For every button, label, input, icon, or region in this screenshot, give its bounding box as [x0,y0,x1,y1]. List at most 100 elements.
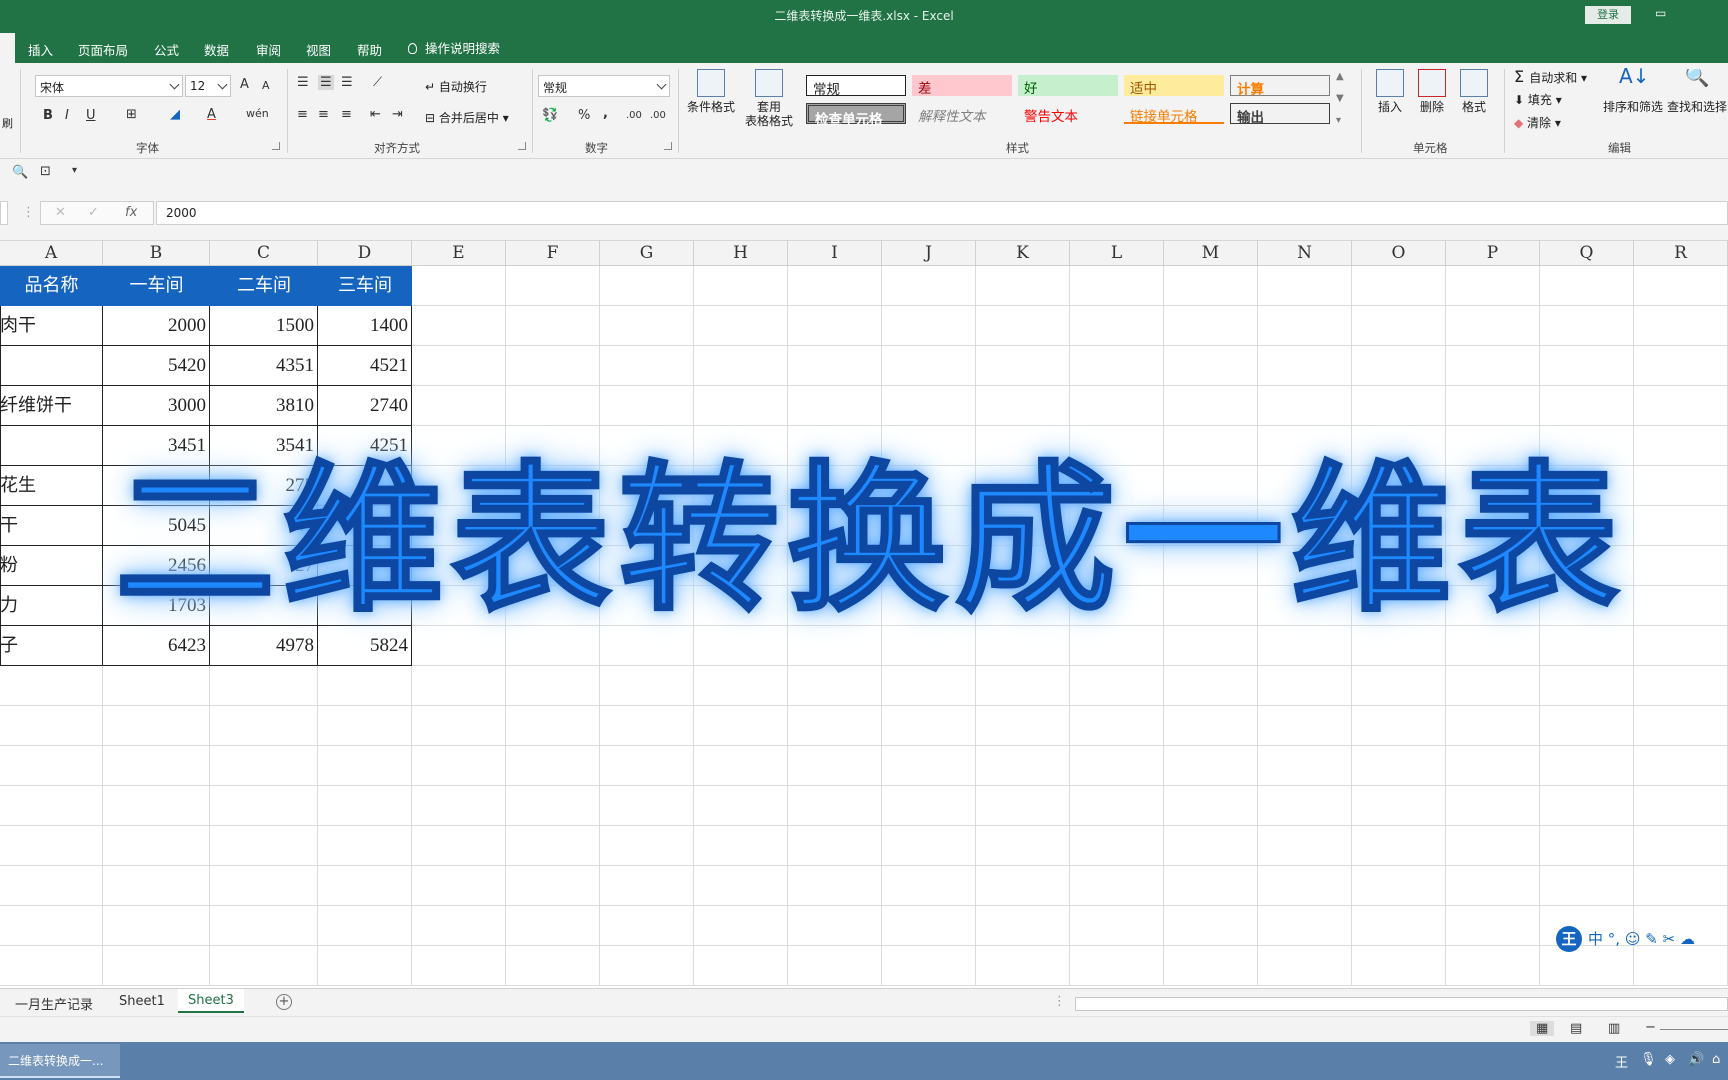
grid-cell[interactable] [600,266,694,306]
grid-cell[interactable] [1352,826,1446,866]
ribbon-display-options-icon[interactable]: ▭ [1655,6,1666,20]
grid-cell[interactable] [210,826,318,866]
grid-cell[interactable] [976,866,1070,906]
column-header-f[interactable]: F [506,241,600,266]
grid-cell[interactable] [0,906,103,946]
grid-cell[interactable] [210,746,318,786]
grid-cell[interactable] [318,666,412,706]
style-warning[interactable]: 警告文本 [1018,103,1118,125]
grid-cell[interactable] [694,746,788,786]
styles-scroll-up-icon[interactable]: ▲ [1336,71,1344,82]
grid-cell[interactable] [1352,866,1446,906]
grid-cell[interactable] [506,946,600,986]
grid-cell[interactable] [1070,786,1164,826]
grid-cell[interactable] [788,946,882,986]
table-cell[interactable]: 4351 [210,346,318,386]
grid-cell[interactable] [1540,786,1634,826]
grid-cell[interactable] [600,746,694,786]
format-painter-stub[interactable]: 刷 [2,115,13,131]
grid-cell[interactable] [976,786,1070,826]
grid-cell[interactable] [318,786,412,826]
grid-cell[interactable] [882,946,976,986]
align-top-icon[interactable]: ☰ [297,75,309,90]
table-cell[interactable] [0,426,103,466]
grid-cell[interactable] [1446,906,1540,946]
grid-cell[interactable] [1258,266,1352,306]
grid-cell[interactable] [103,666,210,706]
grid-cell[interactable] [1258,666,1352,706]
grid-cell[interactable] [694,706,788,746]
grid-cell[interactable] [600,906,694,946]
grid-cell[interactable] [412,906,506,946]
grid-cell[interactable] [1634,466,1728,506]
grid-cell[interactable] [1634,546,1728,586]
conditional-formatting-button[interactable]: 条件格式 [686,69,736,114]
format-cells-button[interactable]: 格式 [1456,69,1492,114]
grid-cell[interactable] [976,906,1070,946]
grid-cell[interactable] [882,266,976,306]
cloud-icon[interactable]: ☁ [1680,930,1695,948]
print-preview-icon[interactable]: 🔍 [12,165,28,180]
grid-cell[interactable] [788,306,882,346]
grid-cell[interactable] [882,666,976,706]
grid-cell[interactable] [412,746,506,786]
grid-cell[interactable] [694,786,788,826]
grid-cell[interactable] [318,826,412,866]
grid-cell[interactable] [694,386,788,426]
grid-cell[interactable] [210,706,318,746]
grid-cell[interactable] [210,906,318,946]
grid-cell[interactable] [976,666,1070,706]
grid-cell[interactable] [882,306,976,346]
grid-cell[interactable] [1352,706,1446,746]
column-header-e[interactable]: E [412,241,506,266]
grid-cell[interactable] [0,786,103,826]
grid-cell[interactable] [1540,666,1634,706]
shrink-font-icon[interactable]: A [262,79,270,92]
grid-cell[interactable] [600,786,694,826]
borders-icon[interactable]: ⊞ [126,107,137,122]
column-header-i[interactable]: I [788,241,882,266]
grid-cell[interactable] [1258,946,1352,986]
grid-cell[interactable] [976,826,1070,866]
grid-cell[interactable] [0,746,103,786]
name-box[interactable] [0,201,8,225]
add-sheet-icon[interactable]: + [276,994,292,1010]
grid-cell[interactable] [0,826,103,866]
grid-cell[interactable] [1164,386,1258,426]
style-output[interactable]: 输出 [1230,103,1330,126]
grid-cell[interactable] [1258,706,1352,746]
grid-cell[interactable] [1070,946,1164,986]
grid-cell[interactable] [788,866,882,906]
table-cell[interactable]: 肉干 [0,306,103,346]
styles-more-icon[interactable]: ▾ [1336,115,1341,126]
clear-button[interactable]: ◆ 清除 ▾ [1514,114,1561,131]
grid-cell[interactable] [1446,706,1540,746]
page-break-view-icon[interactable]: ▥ [1608,1021,1620,1036]
grid-cell[interactable] [412,706,506,746]
table-header-cell[interactable]: 三车间 [318,266,412,306]
grid-cell[interactable] [1540,826,1634,866]
network-icon[interactable]: ⌂ [1712,1052,1720,1067]
grid-cell[interactable] [1446,666,1540,706]
grid-cell[interactable] [882,866,976,906]
grid-cell[interactable] [1446,786,1540,826]
normal-view-icon[interactable]: ▦ [1530,1021,1555,1036]
grid-cell[interactable] [1540,346,1634,386]
column-header-g[interactable]: G [600,241,694,266]
column-header-d[interactable]: D [318,241,412,266]
grid-cell[interactable] [1446,386,1540,426]
grid-cell[interactable] [976,706,1070,746]
grid-cell[interactable] [506,306,600,346]
table-cell[interactable]: 子 [0,626,103,666]
table-header-cell[interactable]: 一车间 [103,266,210,306]
grid-cell[interactable] [1352,386,1446,426]
merge-center-button[interactable]: ⊟ 合并后居中 ▾ [425,109,509,126]
grid-cell[interactable] [882,346,976,386]
grid-cell[interactable] [1540,706,1634,746]
grid-cell[interactable] [210,786,318,826]
percent-button[interactable]: % [578,108,590,123]
tab-help[interactable]: 帮助 [357,40,382,59]
grid-cell[interactable] [506,746,600,786]
tab-page-layout[interactable]: 页面布局 [78,40,128,59]
login-button[interactable]: 登录 [1585,6,1631,24]
